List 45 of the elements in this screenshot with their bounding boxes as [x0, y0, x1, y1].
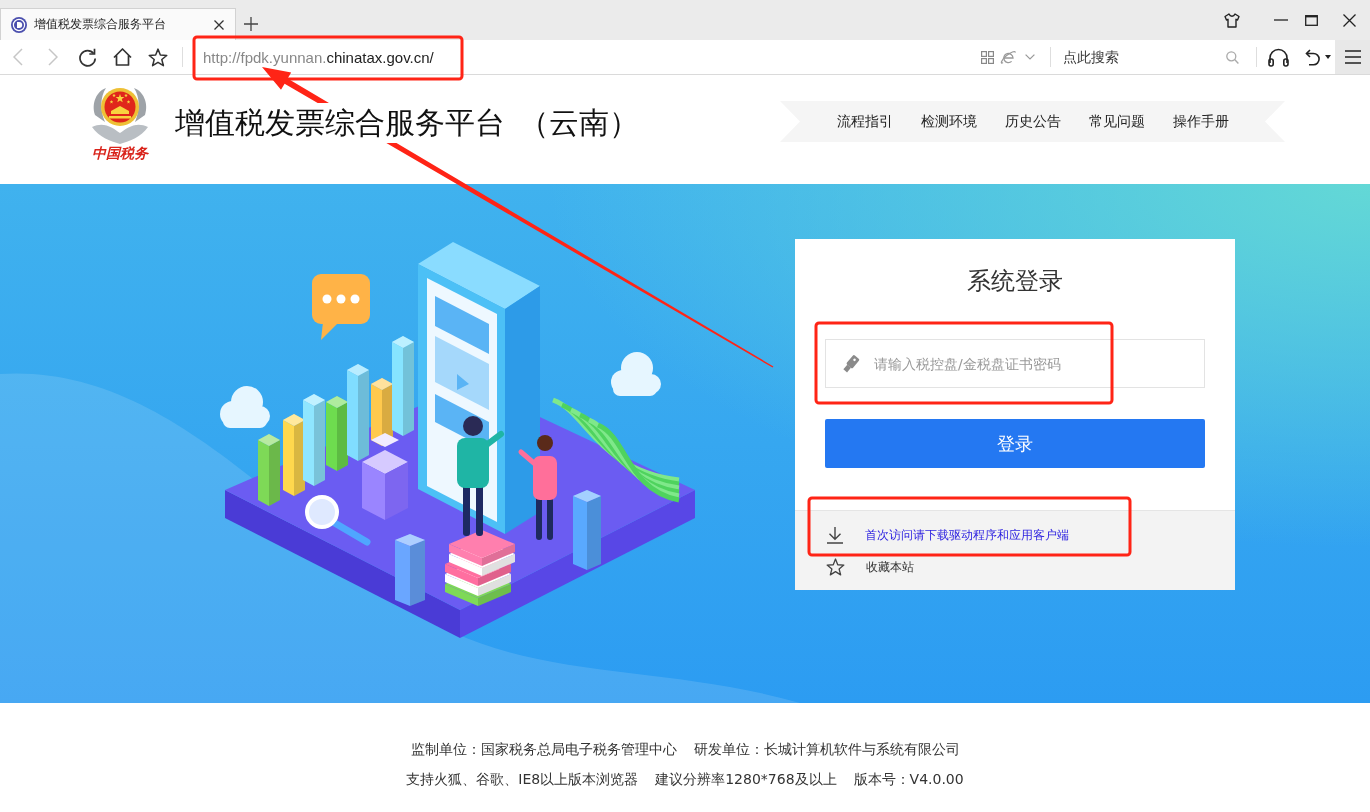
star-icon [826, 558, 845, 576]
search-field[interactable]: 点此搜索 [1063, 45, 1220, 69]
shirt-icon [1224, 12, 1240, 28]
footer-text: 支持火狐、谷歌、IE8以上版本浏览器 [406, 771, 639, 789]
close-icon [1342, 13, 1356, 27]
login-button[interactable]: 登录 [825, 419, 1205, 468]
chevron-down-icon [1024, 54, 1035, 60]
nav-link[interactable]: 检测环境 [920, 112, 977, 131]
menu-icon [1344, 50, 1361, 64]
browser-tab[interactable]: 增值税发票综合服务平台 [0, 8, 236, 40]
close-icon [214, 19, 224, 30]
footer-text: 建议分辨率1280*768及以上 [655, 771, 837, 789]
site-title: 增值税发票综合服务平台 [175, 102, 505, 143]
minimize-icon [1274, 19, 1288, 21]
menu-button[interactable] [1335, 40, 1370, 74]
forward-icon [47, 48, 58, 66]
download-link[interactable]: 首次访问请下载驱动程序和应用客户端 [865, 526, 1069, 544]
password-field[interactable]: 请输入税控盘/金税盘证书密码 [825, 339, 1205, 388]
download-icon [826, 526, 844, 544]
logo-text: 中国税务 [92, 145, 148, 162]
maximize-icon [1304, 14, 1318, 26]
nav-link[interactable]: 常见问题 [1088, 112, 1145, 131]
plus-icon [244, 17, 258, 31]
headphones-icon [1267, 47, 1289, 67]
footer-text: 研发单位：长城计算机软件与系统有限公司 [693, 741, 960, 759]
footer-text: 版本号：V4.0.00 [853, 771, 964, 789]
nav-link[interactable]: 历史公告 [1004, 112, 1061, 131]
grid-icon [981, 50, 994, 64]
search-icon [1226, 50, 1239, 64]
back-icon [12, 48, 23, 66]
region-title: （云南） [519, 103, 639, 142]
reload-icon [78, 47, 97, 67]
home-icon [113, 48, 132, 66]
star-icon [147, 47, 168, 67]
bookmark-link[interactable]: 收藏本站 [866, 558, 914, 576]
footer-text: 监制单位：国家税务总局电子税务管理中心 [410, 741, 677, 759]
nav-link[interactable]: 操作手册 [1172, 112, 1229, 131]
undo-icon [1303, 48, 1321, 66]
address-field[interactable]: http://fpdk.yunnan.chinatax.gov.cn/ [191, 41, 977, 73]
caret-icon [1325, 55, 1331, 59]
e-logo-icon [1000, 49, 1017, 65]
usb-key-icon [841, 354, 861, 374]
login-title: 系统登录 [967, 266, 1063, 297]
site-icon [11, 16, 27, 33]
nav-link[interactable]: 流程指引 [836, 112, 893, 131]
